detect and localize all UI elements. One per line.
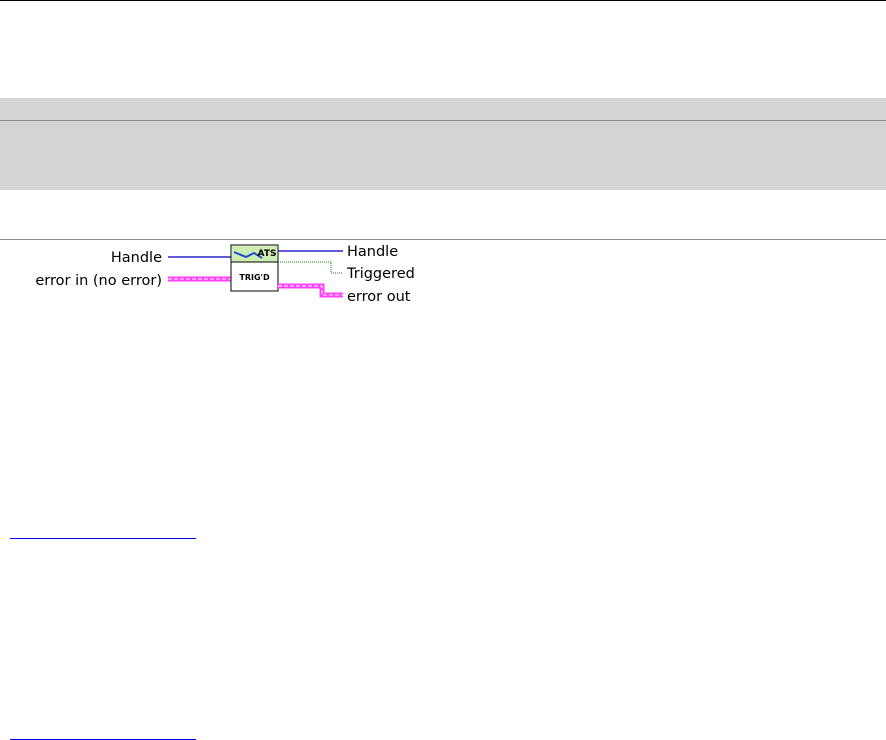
triggered-out-wire [278,261,343,274]
handle-output-label: Handle [347,244,399,260]
vi-icon-top-text: ATS [258,249,277,259]
error-in-label: error in (no error) [35,273,162,289]
handle-input-label: Handle [110,250,162,266]
triggered-output-label: Triggered [347,266,415,282]
vi-icon-bottom-text: TRIG'D [239,273,270,282]
hyperlink-1[interactable] [10,538,196,539]
vi-icon: ATS TRIG'D [230,244,279,292]
error-out-wire [278,283,343,298]
error-out-label: error out [347,289,411,305]
